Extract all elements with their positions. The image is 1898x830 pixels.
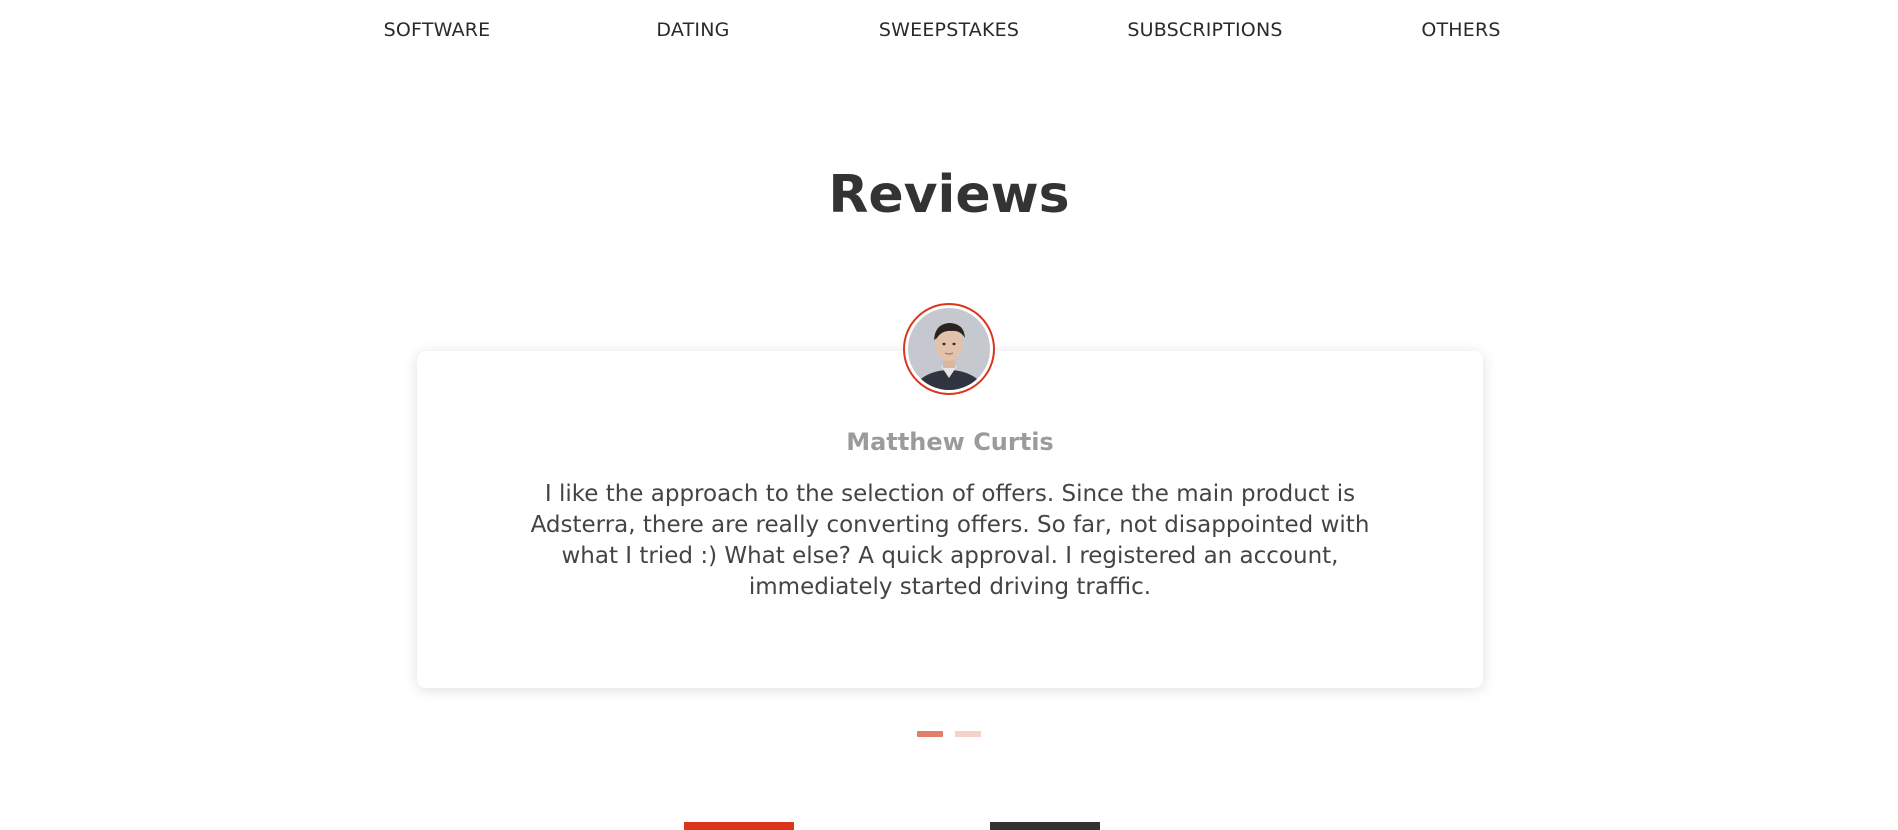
nav-item-dating[interactable]: DATING [593,15,793,45]
next-title-fragment [990,822,1100,830]
reviewer-avatar [903,303,995,395]
nav-item-others[interactable]: OTHERS [1361,15,1561,45]
reviewer-name: Matthew Curtis [846,428,1054,456]
nav-item-sweepstakes[interactable]: SWEEPSTAKES [849,15,1049,45]
review-pager [0,731,1898,739]
next-section-title-peek [0,810,1898,830]
reviews-title: Reviews [828,165,1070,225]
nav-item-software[interactable]: SOFTWARE [337,15,537,45]
category-nav: SOFTWARE DATING SWEEPSTAKES SUBSCRIPTION… [0,15,1898,45]
pager-dot-2[interactable] [955,731,981,737]
reviewer-photo-icon [908,308,990,390]
review-text: I like the approach to the selection of … [530,481,1370,600]
pager-dot-1[interactable] [917,731,943,737]
nav-item-subscriptions[interactable]: SUBSCRIPTIONS [1105,15,1305,45]
review-card: Matthew Curtis I like the approach to th… [417,351,1483,688]
next-title-accent-fragment [684,822,794,830]
